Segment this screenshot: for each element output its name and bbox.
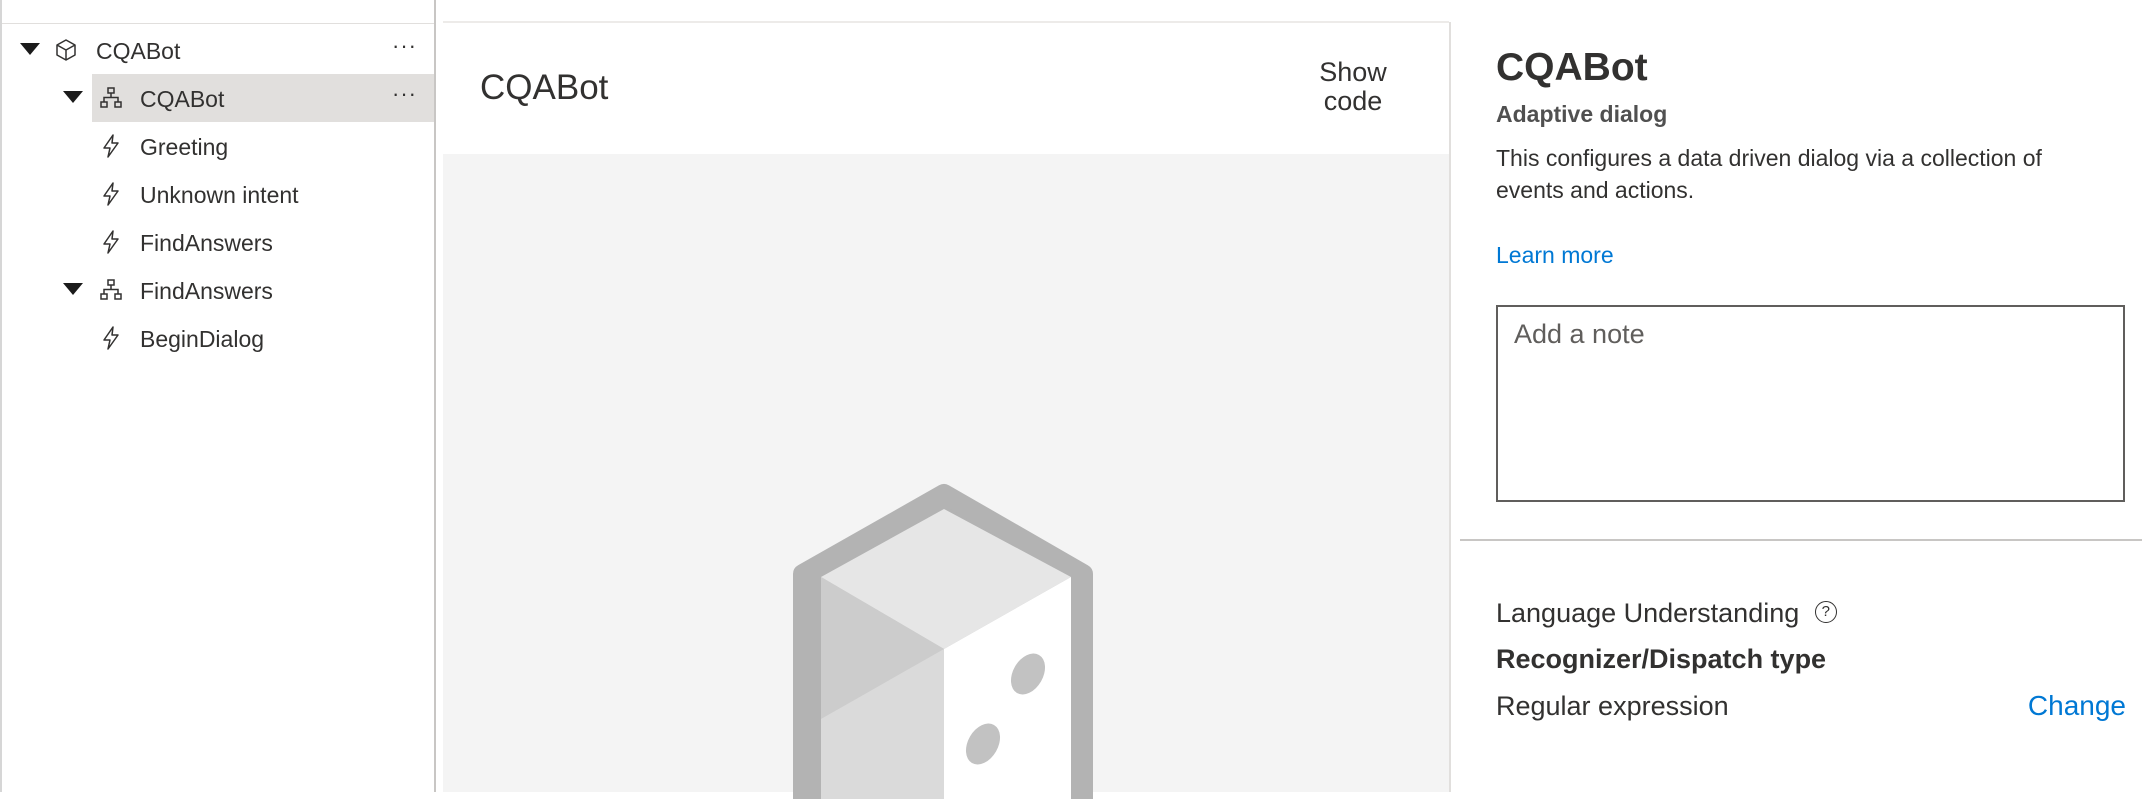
- show-code-button[interactable]: Show code: [1303, 58, 1403, 116]
- dialog-icon: [100, 279, 122, 300]
- language-understanding-text: Language Understanding: [1496, 598, 1800, 628]
- tree-item-trigger-begindialog[interactable]: BeginDialog: [2, 314, 436, 362]
- section-divider: [1460, 539, 2142, 541]
- visual-editor: CQABot Show code: [443, 0, 1449, 799]
- tree-top-divider: [2, 23, 436, 24]
- box-icon: [56, 39, 76, 61]
- tree-item-label: BeginDialog: [140, 326, 265, 352]
- language-understanding-label: Language Understanding ?: [1496, 597, 1837, 629]
- tree-item-trigger-unknown-intent[interactable]: Unknown intent: [2, 170, 436, 218]
- tree-resize-divider[interactable]: [434, 0, 436, 792]
- canvas-title: CQABot: [480, 68, 609, 107]
- tree-item-label: CQABot: [140, 86, 225, 112]
- tree-item-label: CQABot: [96, 38, 181, 64]
- tree-item-trigger-findanswers[interactable]: FindAnswers: [2, 218, 436, 266]
- canvas-area[interactable]: [443, 154, 1449, 799]
- tree-item-label: FindAnswers: [140, 230, 273, 256]
- lightning-icon: [103, 230, 119, 254]
- dialog-description: This configures a data driven dialog via…: [1496, 145, 2042, 203]
- more-options-icon[interactable]: ···: [392, 34, 417, 58]
- tree-item-trigger-greeting[interactable]: Greeting: [2, 122, 436, 170]
- property-panel: CQABot Adaptive dialog This configures a…: [1451, 0, 2142, 792]
- toolbar-divider: [443, 21, 1449, 23]
- recognizer-type-label: Recognizer/Dispatch type: [1496, 644, 1827, 674]
- learn-more-link[interactable]: Learn more: [1496, 241, 1614, 269]
- caret-down-icon[interactable]: [63, 283, 83, 295]
- tree-item-label: Unknown intent: [140, 182, 299, 208]
- lightning-icon: [103, 326, 119, 350]
- recognizer-type-value: Regular expression: [1496, 691, 1729, 721]
- lightning-icon: [103, 182, 119, 206]
- tree-item-label: FindAnswers: [140, 278, 273, 304]
- more-options-icon[interactable]: ···: [392, 82, 417, 106]
- add-note-field[interactable]: [1496, 305, 2125, 502]
- caret-down-icon[interactable]: [20, 43, 40, 55]
- empty-canvas-illustration: [793, 484, 1093, 799]
- tree-item-bot[interactable]: CQABot ···: [2, 26, 436, 74]
- lightning-icon: [103, 134, 119, 158]
- dialog-title: CQABot: [1496, 46, 1648, 89]
- dialog-type-subtitle: Adaptive dialog: [1496, 101, 1668, 127]
- tree-item-dialog-findanswers[interactable]: FindAnswers: [2, 266, 436, 314]
- dialog-icon: [100, 87, 122, 108]
- help-icon[interactable]: ?: [1814, 600, 1837, 623]
- project-tree: CQABot ··· CQABot ··· Greeting Unknown i…: [0, 0, 436, 792]
- change-recognizer-link[interactable]: Change: [2028, 690, 2126, 722]
- caret-down-icon[interactable]: [63, 91, 83, 103]
- tree-item-dialog-cqabot[interactable]: CQABot ···: [2, 74, 436, 122]
- tree-item-label: Greeting: [140, 134, 229, 160]
